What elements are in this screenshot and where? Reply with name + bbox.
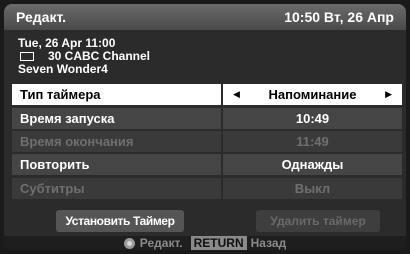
delete-timer-button: Удалить таймер [256, 210, 380, 232]
dpad-icon [123, 237, 135, 249]
setting-label: Тип таймера [12, 84, 221, 105]
setting-value: 11:49 [223, 131, 402, 152]
setting-label: Повторить [12, 154, 221, 175]
setting-value: Напоминание [268, 87, 357, 102]
footer-back-label: Назад [250, 236, 287, 250]
timer-type-selector[interactable]: ◀ Напоминание ▶ [223, 84, 402, 105]
return-key-badge: RETURN [190, 236, 247, 250]
help-footer: Редакт. RETURN Назад [4, 236, 406, 250]
setting-label: Время запуска [12, 108, 221, 129]
panel-title: Редакт. [16, 9, 66, 25]
program-info: Tue, 26 Apr 11:00 30 CABC Channel Seven … [18, 37, 150, 76]
footer-edit-label: Редакт. [139, 236, 183, 250]
program-name: Seven Wonder4 [18, 62, 108, 76]
setting-start-time[interactable]: Время запуска 10:49 [12, 108, 402, 129]
setting-subtitles: Субтитры Выкл [12, 178, 402, 199]
arrow-right-icon[interactable]: ▶ [385, 84, 392, 105]
timer-edit-panel: Редакт. 10:50 Вт, 26 Апр Tue, 26 Apr 11:… [4, 4, 406, 250]
setting-value: Выкл [223, 178, 402, 199]
tv-channel-icon [20, 52, 34, 61]
setting-value[interactable]: 10:49 [223, 108, 402, 129]
setting-timer-type[interactable]: Тип таймера ◀ Напоминание ▶ [12, 84, 402, 105]
setting-repeat[interactable]: Повторить Однажды [12, 154, 402, 175]
setting-label: Время окончания [12, 131, 221, 152]
set-timer-button[interactable]: Установить Таймер [56, 210, 184, 232]
clock: 10:50 Вт, 26 Апр [284, 9, 394, 25]
arrow-left-icon[interactable]: ◀ [233, 84, 240, 105]
title-bar: Редакт. 10:50 Вт, 26 Апр [4, 4, 406, 30]
setting-value[interactable]: Однажды [223, 154, 402, 175]
setting-end-time: Время окончания 11:49 [12, 131, 402, 152]
setting-label: Субтитры [12, 178, 221, 199]
